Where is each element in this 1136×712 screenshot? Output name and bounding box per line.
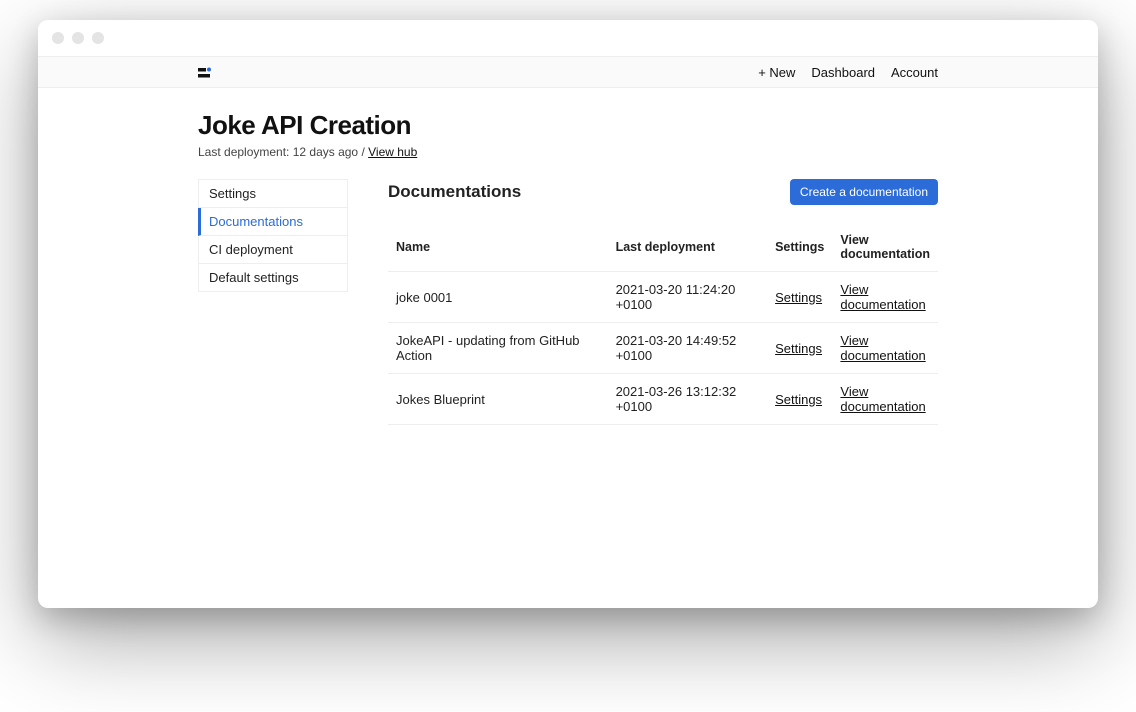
cell-last-deployment: 2021-03-20 11:24:20 +0100 xyxy=(608,272,768,323)
row-view-documentation-link[interactable]: View documentation xyxy=(840,333,925,363)
documentations-table: Name Last deployment Settings View docum… xyxy=(388,223,938,425)
cell-name: Jokes Blueprint xyxy=(388,374,608,425)
section-title: Documentations xyxy=(388,182,521,202)
main-panel: Documentations Create a documentation Na… xyxy=(388,179,938,425)
create-documentation-button[interactable]: Create a documentation xyxy=(790,179,938,205)
account-link[interactable]: Account xyxy=(891,65,938,80)
row-settings-link[interactable]: Settings xyxy=(775,341,822,356)
cell-name: joke 0001 xyxy=(388,272,608,323)
col-header-last-deployment: Last deployment xyxy=(608,223,768,272)
sidebar-item-default-settings[interactable]: Default settings xyxy=(198,264,348,292)
window-dot xyxy=(92,32,104,44)
sidebar-item-ci-deployment[interactable]: CI deployment xyxy=(198,236,348,264)
row-settings-link[interactable]: Settings xyxy=(775,392,822,407)
cell-last-deployment: 2021-03-26 13:12:32 +0100 xyxy=(608,374,768,425)
browser-chrome xyxy=(38,20,1098,56)
browser-window: + New Dashboard Account Joke API Creatio… xyxy=(38,20,1098,608)
last-deployment-line: Last deployment: 12 days ago / View hub xyxy=(198,145,938,159)
table-row: Jokes Blueprint 2021-03-26 13:12:32 +010… xyxy=(388,374,938,425)
dashboard-link[interactable]: Dashboard xyxy=(811,65,875,80)
table-row: joke 0001 2021-03-20 11:24:20 +0100 Sett… xyxy=(388,272,938,323)
window-dot xyxy=(72,32,84,44)
sidebar: Settings Documentations CI deployment De… xyxy=(198,179,348,425)
brand-logo-icon[interactable] xyxy=(198,64,214,80)
page-title: Joke API Creation xyxy=(198,110,938,141)
col-header-settings: Settings xyxy=(767,223,832,272)
topnav: + New Dashboard Account xyxy=(758,65,938,80)
last-deployment-text: Last deployment: 12 days ago / xyxy=(198,145,368,159)
sidebar-item-settings[interactable]: Settings xyxy=(198,179,348,208)
col-header-name: Name xyxy=(388,223,608,272)
cell-last-deployment: 2021-03-20 14:49:52 +0100 xyxy=(608,323,768,374)
page-content: Joke API Creation Last deployment: 12 da… xyxy=(38,88,1098,608)
window-dot xyxy=(52,32,64,44)
view-hub-link[interactable]: View hub xyxy=(368,145,417,159)
col-header-view: View documentation xyxy=(832,223,938,272)
row-view-documentation-link[interactable]: View documentation xyxy=(840,282,925,312)
topbar: + New Dashboard Account xyxy=(38,56,1098,88)
table-row: JokeAPI - updating from GitHub Action 20… xyxy=(388,323,938,374)
sidebar-item-documentations[interactable]: Documentations xyxy=(198,208,348,236)
new-link[interactable]: + New xyxy=(758,65,795,80)
cell-name: JokeAPI - updating from GitHub Action xyxy=(388,323,608,374)
row-settings-link[interactable]: Settings xyxy=(775,290,822,305)
row-view-documentation-link[interactable]: View documentation xyxy=(840,384,925,414)
